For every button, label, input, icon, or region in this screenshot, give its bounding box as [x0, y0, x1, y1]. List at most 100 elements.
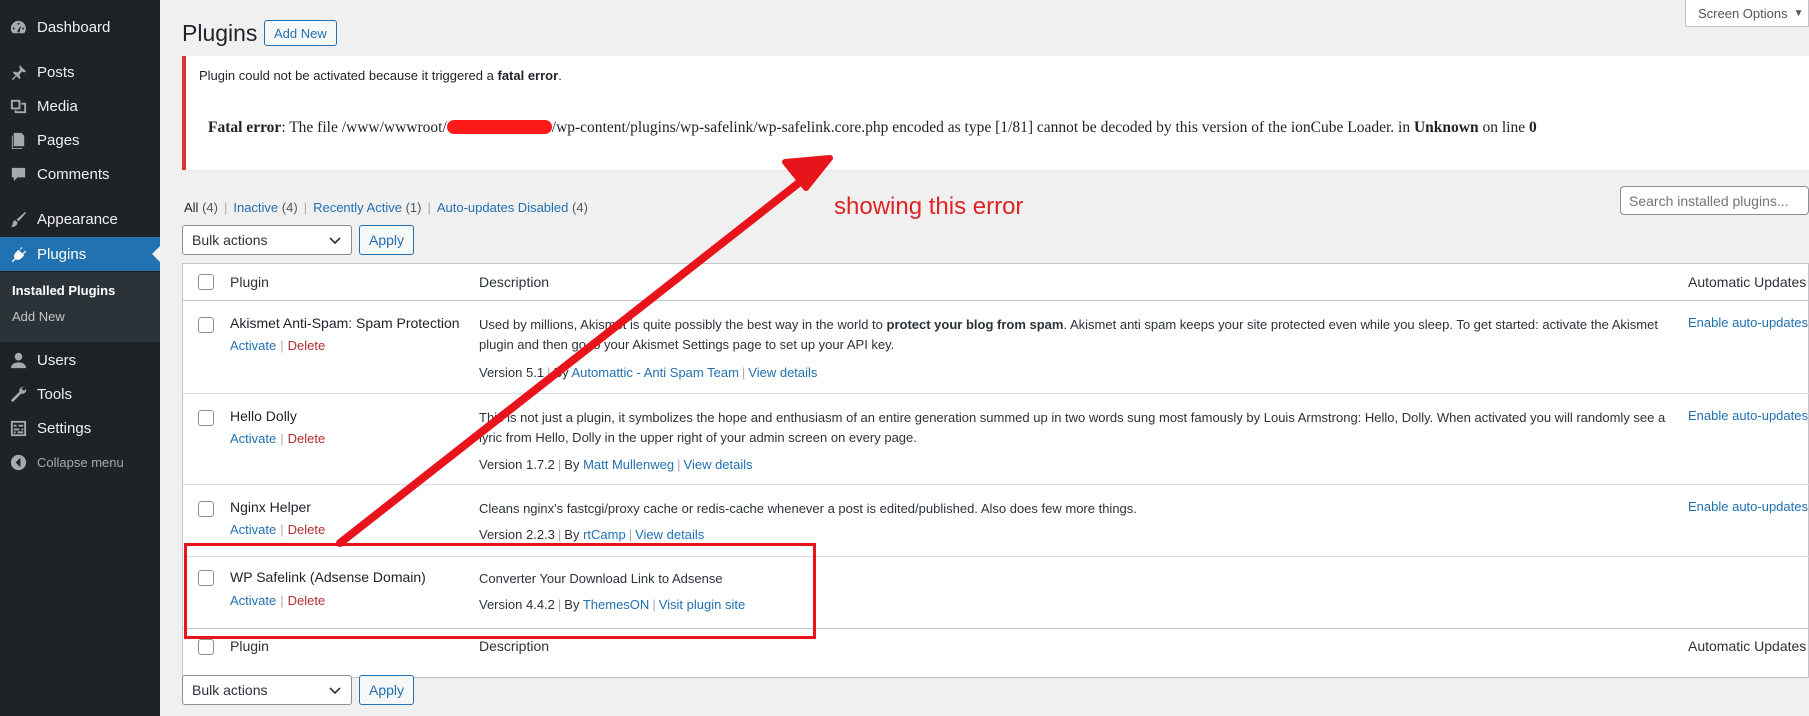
plugin-actions: Activate | Delete: [230, 338, 326, 353]
screen-options-label: Screen Options: [1698, 5, 1788, 21]
column-plugin: Plugin: [230, 274, 269, 290]
delete-link[interactable]: Delete: [288, 338, 326, 353]
redacted-path: [446, 120, 552, 134]
column-description: Description: [479, 274, 550, 290]
submenu-add-new[interactable]: Add New: [12, 309, 65, 324]
plugin-name: Akismet Anti-Spam: Spam Protection: [230, 315, 460, 331]
column-description: Description: [479, 638, 550, 654]
sidebar-item-media[interactable]: Media: [0, 89, 160, 123]
sidebar-item-label: Tools: [37, 385, 73, 403]
sidebar-item-settings[interactable]: Settings: [0, 411, 160, 445]
plugin-description: This is not just a plugin, it symbolizes…: [479, 410, 1666, 445]
plugin-meta: Version 2.2.3 | By rtCamp | View details: [479, 527, 705, 542]
plugin-name: Nginx Helper: [230, 499, 311, 515]
table-row: Hello Dolly Activate | Delete This is not …: [183, 394, 1809, 485]
filter-auto-updates-disabled[interactable]: Auto-updates Disabled: [437, 200, 569, 215]
notice-message: Plugin could not be activated because it…: [199, 68, 562, 83]
plugin-name: Hello Dolly: [230, 408, 297, 424]
select-all-checkbox-footer[interactable]: [198, 639, 214, 655]
plugin-actions: Activate | Delete: [230, 522, 326, 537]
sidebar-item-label: Users: [37, 351, 77, 369]
author-link[interactable]: rtCamp: [583, 527, 626, 542]
submenu-installed-plugins[interactable]: Installed Plugins: [12, 283, 115, 298]
plugin-status-filters: All (4) | Inactive (4) | Recently Active…: [184, 200, 588, 215]
enable-auto-updates-link[interactable]: Enable auto-updates: [1688, 408, 1808, 423]
sidebar-item-label: Plugins: [37, 245, 87, 263]
view-details-link[interactable]: View details: [748, 365, 817, 380]
apply-button-bottom[interactable]: Apply: [359, 675, 414, 705]
page-title: Plugins: [182, 20, 258, 46]
sidebar-item-plugins[interactable]: Plugins: [0, 237, 160, 271]
fatal-error-message: Fatal error: The file /www/wwwroot//wp-c…: [208, 119, 1537, 136]
column-automatic-updates: Automatic Updates: [1688, 274, 1807, 290]
table-header: Plugin Description Automatic Updates: [183, 264, 1809, 301]
caret-down-icon: ▼: [1793, 7, 1804, 19]
sidebar-item-dashboard[interactable]: Dashboard: [0, 10, 160, 44]
author-link[interactable]: Matt Mullenweg: [583, 457, 674, 472]
plugin-meta: Version 1.7.2 | By Matt Mullenweg | View det…: [479, 457, 753, 472]
plugin-description: Cleans nginx's fastcgi/proxy cache or re…: [479, 501, 1137, 516]
apply-button-top[interactable]: Apply: [359, 225, 414, 255]
row-checkbox[interactable]: [198, 501, 214, 517]
settings-icon: [8, 418, 28, 438]
bulk-actions-select-top[interactable]: Bulk actions: [182, 225, 352, 255]
comment-icon: [8, 164, 28, 184]
screen-options-button[interactable]: Screen Options ▼: [1685, 0, 1809, 27]
plugins-submenu: Installed Plugins Add New: [0, 272, 160, 342]
row-checkbox[interactable]: [198, 317, 214, 333]
media-icon: [8, 96, 28, 116]
activate-link[interactable]: Activate: [230, 338, 276, 353]
annotation-text: showing this error: [834, 193, 1024, 220]
filter-all[interactable]: All: [184, 200, 198, 215]
sidebar-item-label: Comments: [37, 165, 110, 183]
collapse-menu-button[interactable]: Collapse menu: [0, 445, 160, 479]
sidebar-item-label: Dashboard: [37, 18, 111, 36]
author-link[interactable]: Automattic - Anti Spam Team: [572, 365, 739, 380]
sidebar-item-label: Media: [37, 97, 78, 115]
row-checkbox[interactable]: [198, 410, 214, 426]
sidebar-item-comments[interactable]: Comments: [0, 157, 160, 191]
sidebar-item-label: Appearance: [37, 210, 118, 228]
select-all-checkbox[interactable]: [198, 274, 214, 290]
sidebar-item-label: Settings: [37, 419, 92, 437]
collapse-icon: [8, 452, 28, 472]
enable-auto-updates-link[interactable]: Enable auto-updates: [1688, 315, 1808, 330]
pin-icon: [8, 62, 28, 82]
sidebar-item-pages[interactable]: Pages: [0, 123, 160, 157]
pages-icon: [8, 130, 28, 150]
view-details-link[interactable]: View details: [684, 457, 753, 472]
admin-sidebar: Dashboard Posts Media Pages Comments App…: [0, 0, 160, 716]
delete-link[interactable]: Delete: [288, 522, 326, 537]
plugin-actions: Activate | Delete: [230, 431, 326, 446]
sidebar-item-users[interactable]: Users: [0, 343, 160, 377]
plugin-icon: [8, 244, 28, 264]
plugin-description: Used by millions, Akismet is quite possi…: [479, 317, 1658, 352]
sidebar-item-appearance[interactable]: Appearance: [0, 202, 160, 236]
user-icon: [8, 350, 28, 370]
error-notice: Plugin could not be activated because it…: [182, 56, 1809, 170]
add-new-button[interactable]: Add New: [264, 20, 337, 46]
column-automatic-updates: Automatic Updates: [1688, 638, 1807, 654]
sidebar-item-tools[interactable]: Tools: [0, 377, 160, 411]
annotation-highlight-box: [184, 543, 816, 639]
sidebar-item-posts[interactable]: Posts: [0, 55, 160, 89]
activate-link[interactable]: Activate: [230, 431, 276, 446]
dashboard-icon: [8, 17, 28, 37]
search-plugins-input[interactable]: [1620, 186, 1809, 215]
chevron-down-icon: [329, 237, 341, 245]
brush-icon: [8, 209, 28, 229]
plugin-meta: Version 5.1 | By Automattic - Anti Spam Te…: [479, 365, 818, 380]
sidebar-item-label: Posts: [37, 63, 75, 81]
column-plugin: Plugin: [230, 638, 269, 654]
delete-link[interactable]: Delete: [288, 431, 326, 446]
sidebar-item-label: Pages: [37, 131, 80, 149]
activate-link[interactable]: Activate: [230, 522, 276, 537]
wrench-icon: [8, 384, 28, 404]
enable-auto-updates-link[interactable]: Enable auto-updates: [1688, 499, 1808, 514]
chevron-down-icon: [329, 687, 341, 695]
view-details-link[interactable]: View details: [635, 527, 704, 542]
collapse-label: Collapse menu: [37, 454, 124, 470]
filter-inactive[interactable]: Inactive: [233, 200, 278, 215]
filter-recently-active[interactable]: Recently Active: [313, 200, 402, 215]
bulk-actions-select-bottom[interactable]: Bulk actions: [182, 675, 352, 705]
